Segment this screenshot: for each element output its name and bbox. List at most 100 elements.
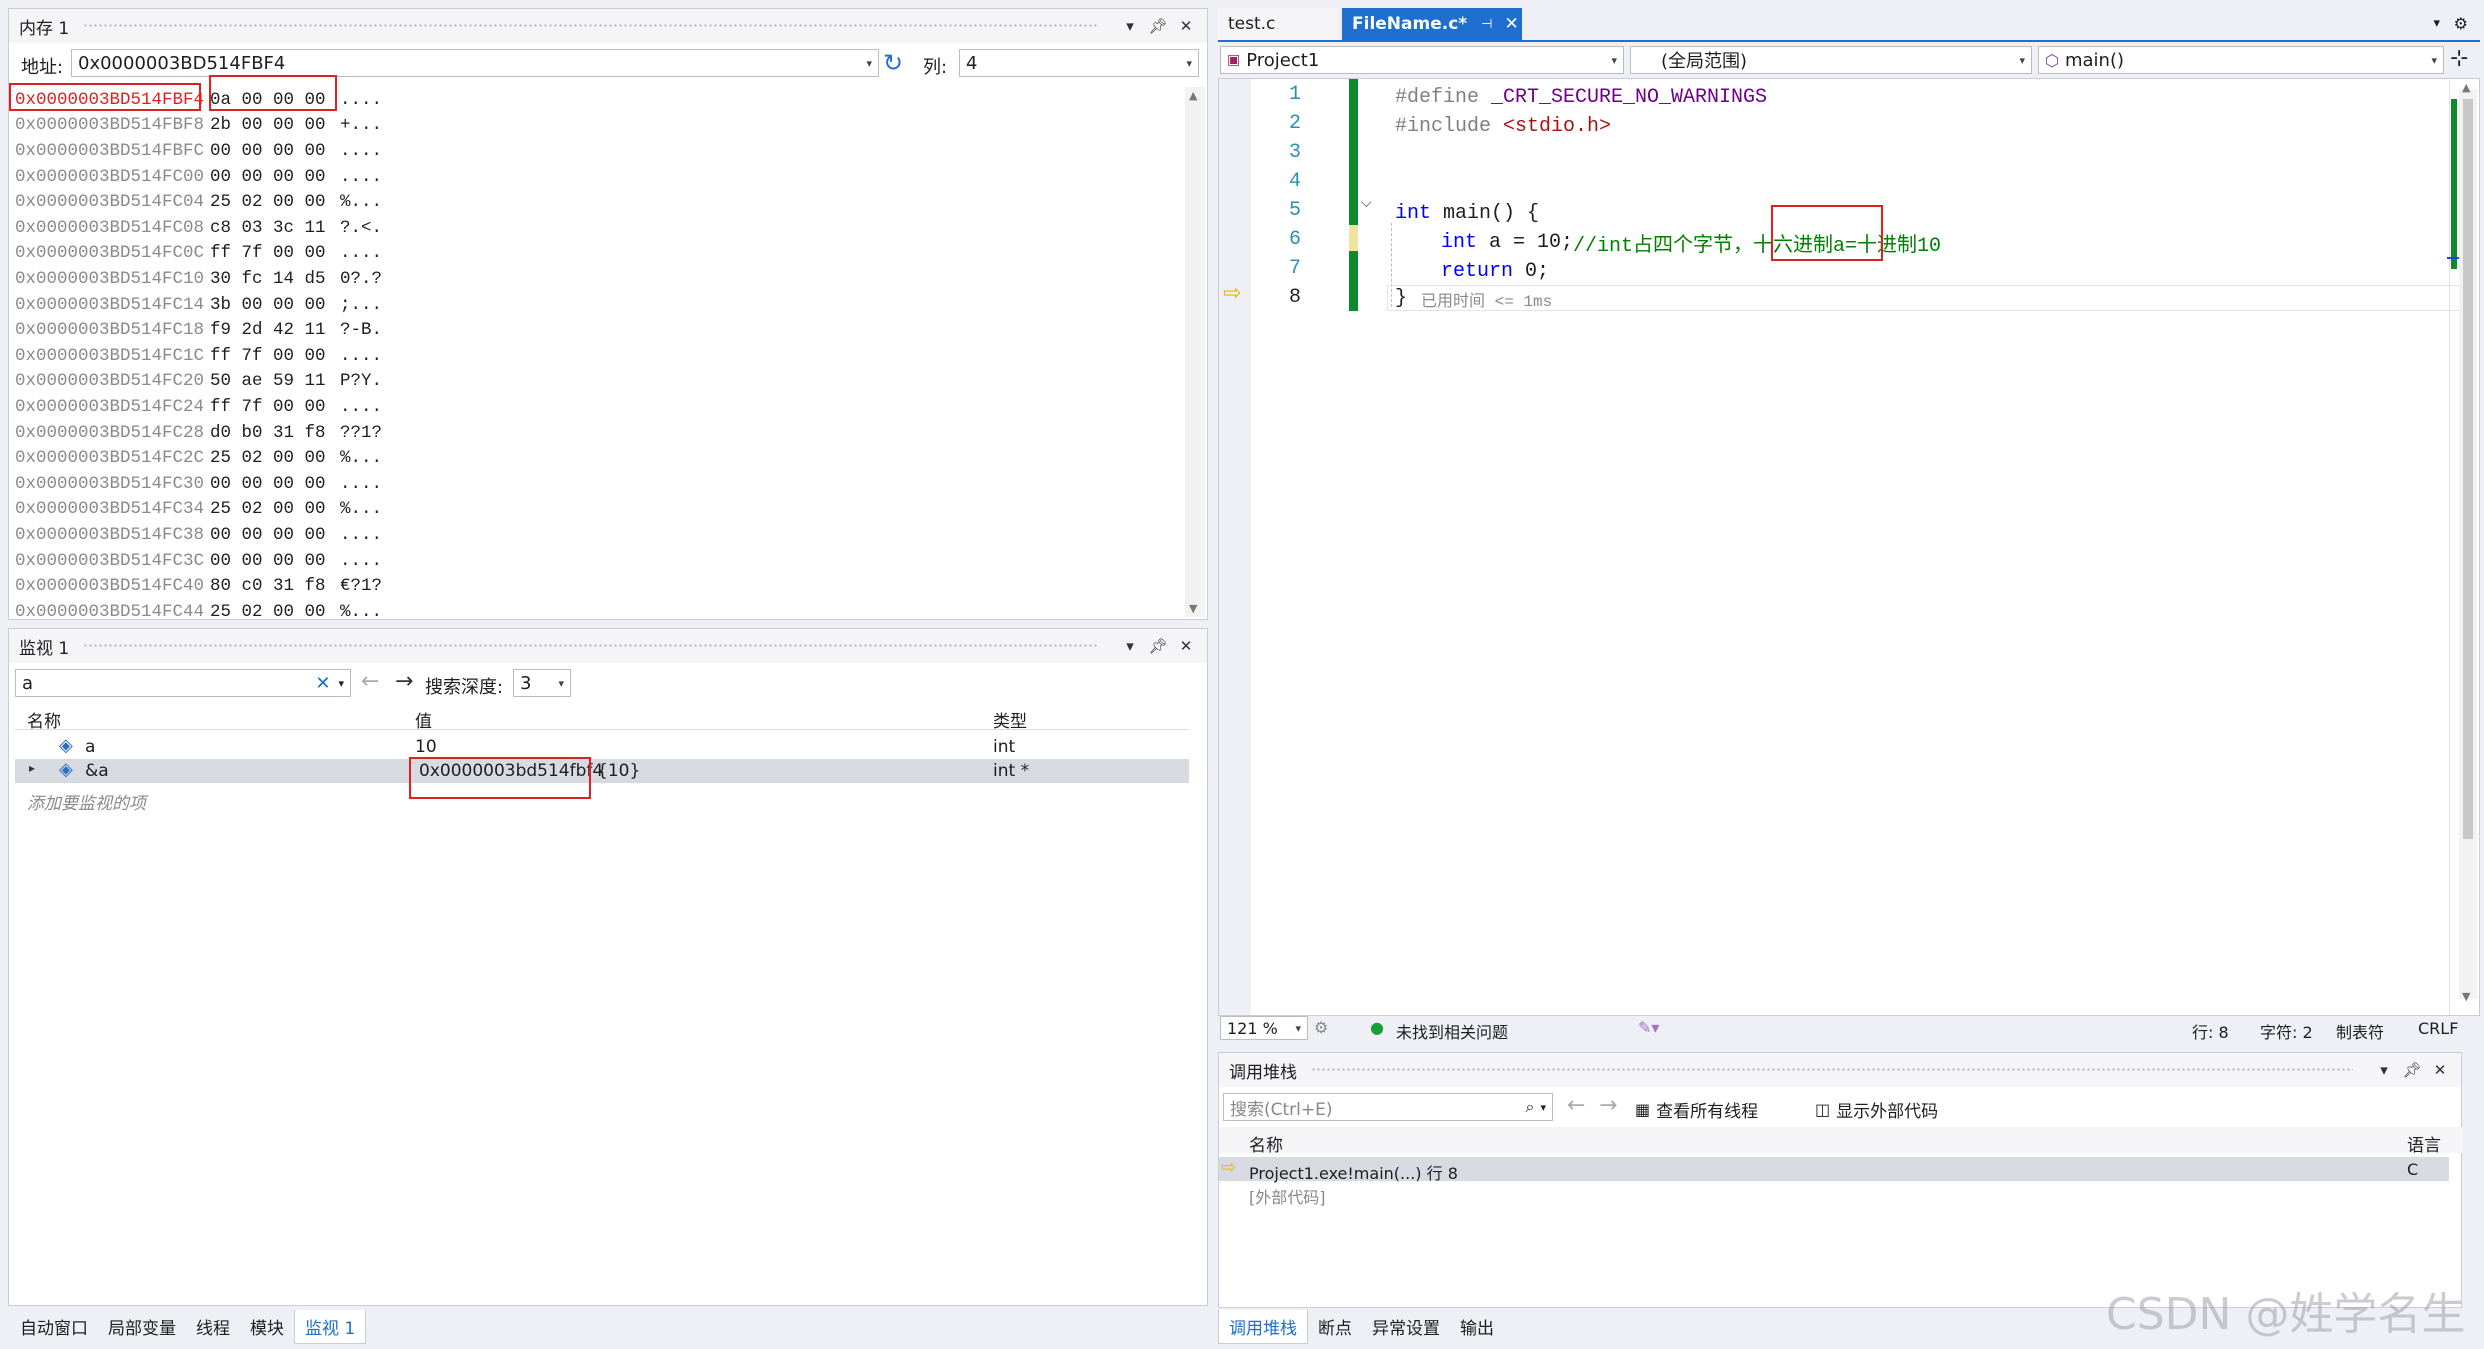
tab-output[interactable]: 输出 — [1450, 1310, 1504, 1344]
tab-locals[interactable]: 局部变量 — [98, 1310, 186, 1344]
pin-icon[interactable]: 📌︎ — [1147, 637, 1169, 655]
forward-arrow-icon[interactable]: → — [395, 669, 413, 694]
current-frame-arrow-icon: ⇨ — [1221, 1157, 1237, 1178]
pin-icon[interactable]: 📌︎ — [1147, 17, 1169, 35]
memory-row[interactable]: 0x0000003BD514FC00 00 00 00 00.... — [15, 164, 382, 190]
search-icon[interactable]: ⌕ — [1526, 1097, 1535, 1117]
memory-ascii: P?Y. — [340, 371, 383, 392]
close-icon[interactable]: ✕ — [1175, 17, 1197, 35]
perf-tip[interactable]: 已用时间 <= 1ms — [1421, 287, 1552, 311]
memory-row[interactable]: 0x0000003BD514FC14 3b 00 00 00;... — [15, 292, 382, 318]
memory-row[interactable]: 0x0000003BD514FBF8 2b 00 00 00 +... — [15, 113, 382, 139]
memory-row[interactable]: 0x0000003BD514FC34 25 02 00 00%... — [15, 497, 382, 523]
memory-address: 0x0000003BD514FC20 — [15, 371, 205, 392]
dropdown-icon[interactable]: ▾ — [1119, 17, 1141, 35]
callstack-titlebar: 调用堆栈 ▾ 📌︎ ✕ — [1219, 1053, 2461, 1087]
watch-row[interactable]: ▸ ◈ &a 0x0000003bd514fbf4 {10} int * — [15, 759, 1189, 783]
expand-icon[interactable]: ▸ — [29, 761, 35, 775]
line-number: 2 — [1288, 112, 1301, 135]
tab-list-icon[interactable]: ▾ — [2433, 16, 2440, 31]
memory-row[interactable]: 0x0000003BD514FC40 80 c0 31 f8 €?1? — [15, 573, 382, 599]
memory-row[interactable]: 0x0000003BD514FC3C 00 00 00 00.... — [15, 548, 382, 574]
chevron-down-icon[interactable]: ▾ — [338, 677, 344, 690]
forward-arrow-icon[interactable]: → — [1599, 1093, 1617, 1118]
columns-select[interactable]: 4 ▾ — [959, 49, 1199, 77]
chevron-down-icon[interactable]: ▾ — [1186, 57, 1192, 70]
tab-watch1[interactable]: 监视 1 — [294, 1310, 367, 1344]
code-editor[interactable]: ⇨ 12345678 ⌵ #define _CRT_SECURE_NO_WARN… — [1218, 78, 2480, 1016]
pin-icon[interactable]: 📌︎ — [2401, 1061, 2423, 1079]
memory-row[interactable]: 0x0000003BD514FC18 f9 2d 42 11 ?-B. — [15, 317, 382, 343]
pin-icon[interactable]: ⊣ — [1481, 17, 1492, 32]
view-threads-button[interactable]: ▦ 查看所有线程 — [1635, 1097, 1758, 1122]
back-arrow-icon[interactable]: ← — [1567, 1093, 1585, 1118]
memory-row[interactable]: 0x0000003BD514FC38 00 00 00 00.... — [15, 522, 382, 548]
callstack-row[interactable]: [外部代码] — [1219, 1181, 2449, 1207]
search-depth-select[interactable]: 3 ▾ — [513, 669, 571, 697]
memory-ascii: .... — [340, 473, 383, 494]
memory-row[interactable]: 0x0000003BD514FC1C ff 7f 00 00.... — [15, 343, 382, 369]
memory-bytes: c8 03 3c 11 — [210, 217, 326, 238]
close-icon[interactable]: ✕ — [1175, 637, 1197, 655]
watch-search-input[interactable]: a ✕ ▾ — [15, 669, 351, 697]
overview-change — [2451, 99, 2457, 269]
show-external-button[interactable]: ◫ 显示外部代码 — [1815, 1097, 1938, 1122]
memory-ascii: ??1? — [340, 422, 383, 443]
address-input[interactable]: 0x0000003BD514FBF4 ▾ — [71, 49, 879, 77]
tab-autos[interactable]: 自动窗口 — [10, 1310, 98, 1344]
callstack-row[interactable]: ⇨ Project1.exe!main(...) 行 8 C — [1219, 1157, 2449, 1183]
memory-row[interactable]: 0x0000003BD514FC24 ff 7f 00 00.... — [15, 394, 382, 420]
eol-status[interactable]: CRLF — [2418, 1019, 2458, 1038]
memory-row[interactable]: 0x0000003BD514FC04 25 02 00 00%... — [15, 189, 382, 215]
function-dropdown[interactable]: ⬡ main() ▾ — [2038, 46, 2444, 74]
watch-row[interactable]: ◈ a 10 int — [15, 735, 1189, 759]
clear-icon[interactable]: ✕ — [315, 673, 330, 694]
memory-row[interactable]: 0x0000003BD514FC44 25 02 00 00%... — [15, 599, 382, 625]
chevron-down-icon[interactable]: ▾ — [558, 677, 564, 690]
scope-dropdown[interactable]: (全局范围) ▾ — [1630, 46, 2032, 74]
char-status[interactable]: 字符: 2 — [2260, 1019, 2313, 1043]
memory-row[interactable]: 0x0000003BD514FC30 00 00 00 00.... — [15, 471, 382, 497]
memory-row[interactable]: 0x0000003BD514FC08 c8 03 3c 11 ?.<. — [15, 215, 382, 241]
editor-scrollbar[interactable]: ▲ ▼ — [2459, 81, 2477, 1003]
tab-status[interactable]: 制表符 — [2336, 1019, 2384, 1043]
col-header-name[interactable]: 名称 — [1249, 1131, 1283, 1156]
tab-callstack[interactable]: 调用堆栈 — [1218, 1310, 1308, 1344]
memory-ascii: .... — [340, 550, 383, 571]
close-icon[interactable]: ✕ — [2429, 1061, 2451, 1079]
memory-row[interactable]: 0x0000003BD514FC2C 25 02 00 00%... — [15, 445, 382, 471]
dropdown-icon[interactable]: ▾ — [1119, 637, 1141, 655]
zoom-select[interactable]: 121 % ▾ — [1220, 1016, 1308, 1040]
line-status[interactable]: 行: 8 — [2192, 1019, 2229, 1043]
memory-row[interactable]: 0x0000003BD514FC10 30 fc 14 d5 0?.? — [15, 266, 382, 292]
collapse-icon[interactable]: ⌵ — [1361, 195, 1372, 211]
memory-scrollbar[interactable]: ▲ ▼ — [1185, 87, 1205, 617]
tab-test-c[interactable]: test.c — [1218, 8, 1338, 40]
memory-row[interactable]: 0x0000003BD514FC28 d0 b0 31 f8 ??1? — [15, 420, 382, 446]
memory-ascii: .... — [340, 243, 383, 264]
tab-breakpoints[interactable]: 断点 — [1308, 1310, 1362, 1344]
add-watch-hint[interactable]: 添加要监视的项 — [27, 789, 146, 814]
close-icon[interactable]: ✕ — [1505, 14, 1519, 34]
copilot-icon[interactable]: ⚙ — [1314, 1018, 1328, 1037]
tab-threads[interactable]: 线程 — [186, 1310, 240, 1344]
col-header-language[interactable]: 语言 — [2407, 1131, 2441, 1156]
tab-exception-settings[interactable]: 异常设置 — [1362, 1310, 1450, 1344]
brush-icon[interactable]: ✎▾ — [1638, 1018, 1659, 1037]
dropdown-icon[interactable]: ▾ — [2373, 1061, 2395, 1079]
split-icon[interactable]: ⊹ — [2450, 46, 2468, 71]
tab-filename-c[interactable]: FileName.c* ⊣ ✕ — [1342, 8, 1522, 40]
memory-row[interactable]: 0x0000003BD514FC0C ff 7f 00 00.... — [15, 241, 382, 267]
callstack-search-input[interactable]: 搜索(Ctrl+E) ⌕ ▾ — [1223, 1093, 1553, 1121]
gear-icon[interactable]: ⚙ — [2454, 14, 2468, 33]
tab-modules[interactable]: 模块 — [240, 1310, 294, 1344]
memory-row[interactable]: 0x0000003BD514FC20 50 ae 59 11 P?Y. — [15, 369, 382, 395]
back-arrow-icon[interactable]: ← — [361, 669, 379, 694]
issues-status[interactable]: 未找到相关问题 — [1396, 1019, 1508, 1043]
line-number: 3 — [1288, 141, 1301, 164]
memory-row[interactable]: 0x0000003BD514FBFC 00 00 00 00.... — [15, 138, 382, 164]
refresh-icon[interactable]: ↻ — [883, 49, 903, 77]
memory-bytes: ff 7f 00 00 — [210, 396, 326, 417]
chevron-down-icon[interactable]: ▾ — [866, 57, 872, 70]
project-dropdown[interactable]: ▣ Project1 ▾ — [1220, 46, 1624, 74]
